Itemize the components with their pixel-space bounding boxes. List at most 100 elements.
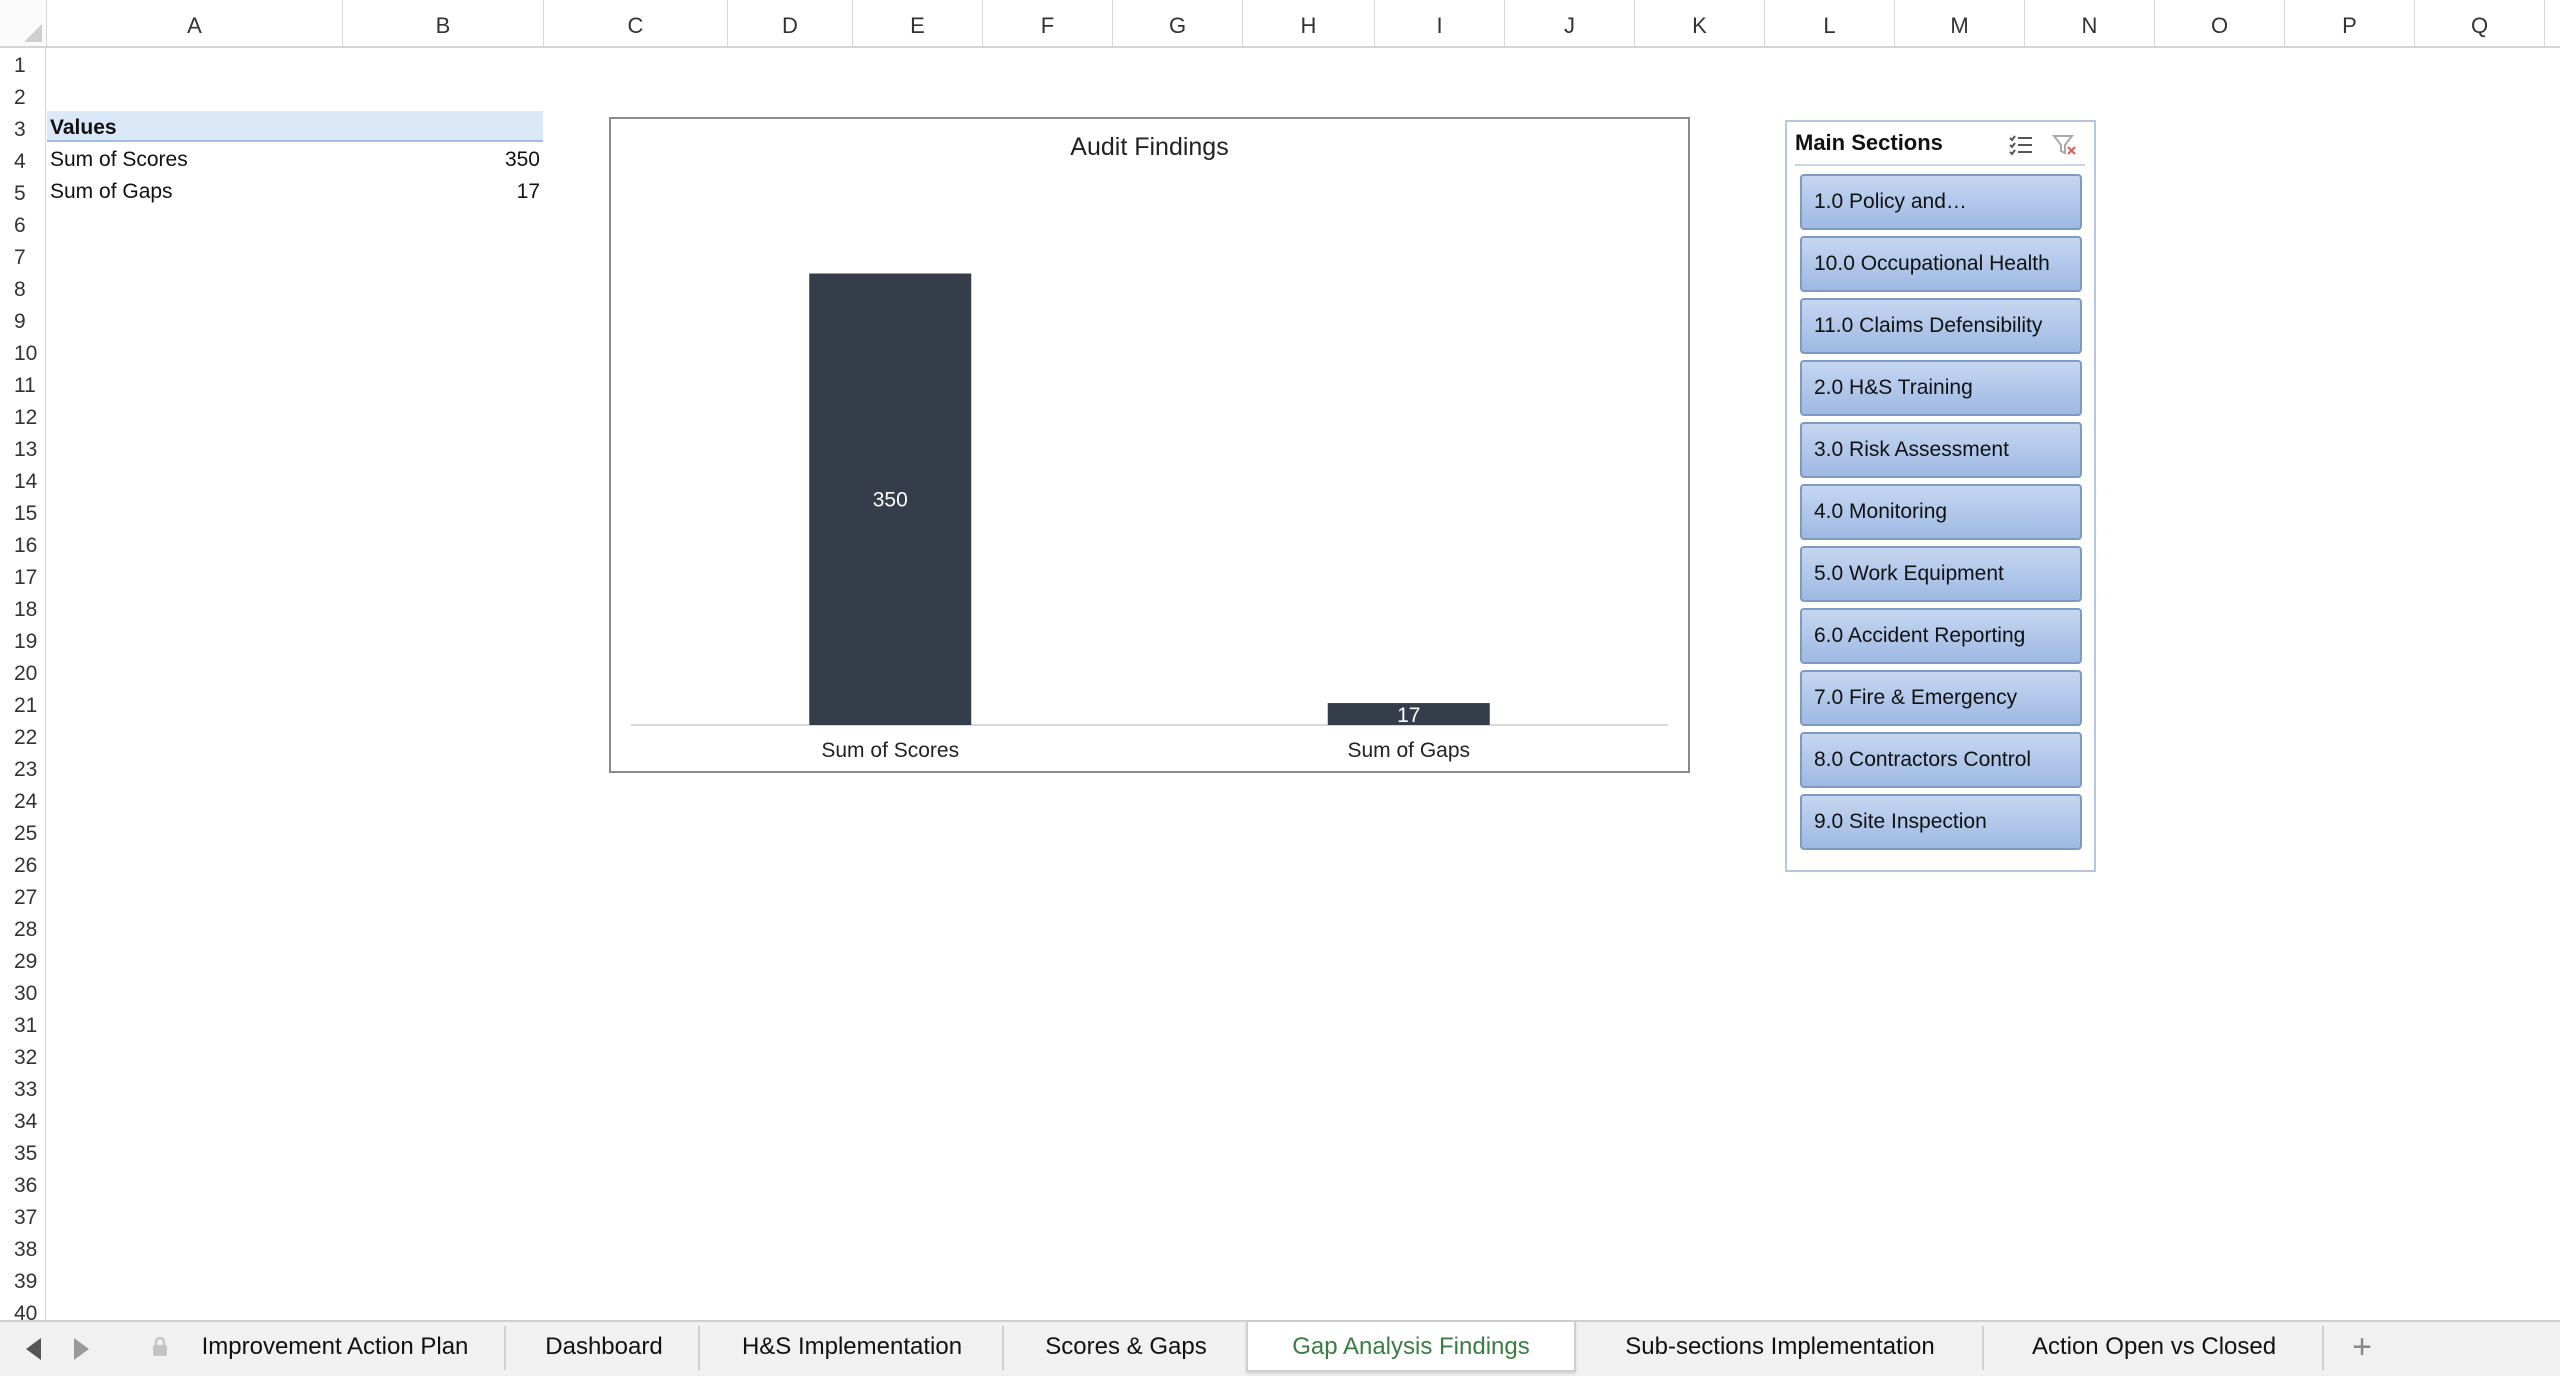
- pivot-row-value-scores[interactable]: 350: [440, 144, 540, 174]
- row-header-25[interactable]: 25: [0, 816, 45, 848]
- column-header-l[interactable]: L: [1765, 0, 1895, 46]
- column-header-j[interactable]: J: [1505, 0, 1635, 46]
- column-header-i[interactable]: I: [1375, 0, 1505, 46]
- chart-data-label: 350: [873, 488, 908, 511]
- row-header-17[interactable]: 17: [0, 560, 45, 592]
- row-header-5[interactable]: 5: [0, 176, 45, 208]
- next-sheet-icon[interactable]: [74, 1338, 89, 1360]
- column-header-a[interactable]: A: [47, 0, 343, 46]
- row-header-14[interactable]: 14: [0, 464, 45, 496]
- pivot-row-value-gaps[interactable]: 17: [440, 176, 540, 206]
- row-header-16[interactable]: 16: [0, 528, 45, 560]
- row-header-3[interactable]: 3: [0, 112, 45, 144]
- row-header-11[interactable]: 11: [0, 368, 45, 400]
- slicer-item[interactable]: 5.0 Work Equipment: [1800, 546, 2082, 602]
- row-header-9[interactable]: 9: [0, 304, 45, 336]
- row-header-8[interactable]: 8: [0, 272, 45, 304]
- chart-plot-area: 350 Sum of Scores 17 Sum of Gaps: [631, 273, 1668, 762]
- row-header-15[interactable]: 15: [0, 496, 45, 528]
- row-header-36[interactable]: 36: [0, 1168, 45, 1200]
- chart-category-label: Sum of Gaps: [1347, 739, 1470, 762]
- row-header-20[interactable]: 20: [0, 656, 45, 688]
- row-header-1[interactable]: 1: [0, 48, 45, 80]
- chart-category-label: Sum of Scores: [821, 739, 959, 762]
- previous-sheet-icon[interactable]: [26, 1338, 41, 1360]
- slicer-item[interactable]: 2.0 H&S Training: [1800, 360, 2082, 416]
- clear-filter-icon[interactable]: [2051, 132, 2079, 158]
- row-header-31[interactable]: 31: [0, 1008, 45, 1040]
- column-header-m[interactable]: M: [1895, 0, 2025, 46]
- column-header-b[interactable]: B: [343, 0, 544, 46]
- column-header-q[interactable]: Q: [2415, 0, 2545, 46]
- row-header-12[interactable]: 12: [0, 400, 45, 432]
- row-header-32[interactable]: 32: [0, 1040, 45, 1072]
- select-all-corner[interactable]: [0, 0, 47, 46]
- slicer-item-list: 1.0 Policy and… 10.0 Occupational Health 1…: [1800, 174, 2084, 856]
- row-header-38[interactable]: 38: [0, 1232, 45, 1264]
- row-header-33[interactable]: 33: [0, 1072, 45, 1104]
- row-header-34[interactable]: 34: [0, 1104, 45, 1136]
- sheet-tab-sub-sections-implementation[interactable]: Sub-sections Implementation: [1578, 1326, 1984, 1370]
- chart-data-label: 17: [1397, 704, 1420, 727]
- audit-findings-chart[interactable]: Audit Findings 350 Sum of Scores 17 Sum of …: [609, 117, 1690, 773]
- sheet-tab-improvement-action-plan[interactable]: Improvement Action Plan: [136, 1326, 506, 1370]
- row-header-28[interactable]: 28: [0, 912, 45, 944]
- sheet-tab-scores-gaps[interactable]: Scores & Gaps: [1006, 1326, 1248, 1370]
- slicer-item[interactable]: 11.0 Claims Defensibility: [1800, 298, 2082, 354]
- row-header-4[interactable]: 4: [0, 144, 45, 176]
- row-header-24[interactable]: 24: [0, 784, 45, 816]
- row-header-23[interactable]: 23: [0, 752, 45, 784]
- column-header-g[interactable]: G: [1113, 0, 1243, 46]
- slicer-item[interactable]: 10.0 Occupational Health: [1800, 236, 2082, 292]
- column-header-f[interactable]: F: [983, 0, 1113, 46]
- column-header-o[interactable]: O: [2155, 0, 2285, 46]
- sheet-tab-label: Gap Analysis Findings: [1292, 1333, 1530, 1360]
- slicer-item[interactable]: 9.0 Site Inspection: [1800, 794, 2082, 850]
- slicer-item[interactable]: 8.0 Contractors Control: [1800, 732, 2082, 788]
- sheet-tab-dashboard[interactable]: Dashboard: [510, 1326, 700, 1370]
- column-header-e[interactable]: E: [853, 0, 983, 46]
- row-header-26[interactable]: 26: [0, 848, 45, 880]
- slicer-item[interactable]: 6.0 Accident Reporting: [1800, 608, 2082, 664]
- main-sections-slicer[interactable]: Main Sections 1.0 Policy and… 10.0 Occupa…: [1785, 120, 2096, 872]
- sheet-tab-label: Improvement Action Plan: [201, 1333, 469, 1360]
- row-header-39[interactable]: 39: [0, 1264, 45, 1296]
- row-header-35[interactable]: 35: [0, 1136, 45, 1168]
- column-header-bar: ABCDEFGHIJKLMNOPQ: [0, 0, 2560, 48]
- sheet-tab-gap-analysis-findings[interactable]: Gap Analysis Findings: [1246, 1322, 1576, 1372]
- slicer-item[interactable]: 1.0 Policy and…: [1800, 174, 2082, 230]
- row-header-27[interactable]: 27: [0, 880, 45, 912]
- row-header-22[interactable]: 22: [0, 720, 45, 752]
- row-header-37[interactable]: 37: [0, 1200, 45, 1232]
- row-header-29[interactable]: 29: [0, 944, 45, 976]
- row-header-19[interactable]: 19: [0, 624, 45, 656]
- pivot-row-label-gaps[interactable]: Sum of Gaps: [50, 176, 173, 206]
- slicer-item[interactable]: 3.0 Risk Assessment: [1800, 422, 2082, 478]
- row-header-13[interactable]: 13: [0, 432, 45, 464]
- row-header-bar: 1 2 3 4 5 6 7 8 9 10 11 12 13 14 15 16 17 18 19 20 21 22 23 24 2…: [0, 48, 46, 1325]
- row-header-10[interactable]: 10: [0, 336, 45, 368]
- slicer-item[interactable]: 7.0 Fire & Emergency: [1800, 670, 2082, 726]
- sheet-tab-action-open-vs-closed[interactable]: Action Open vs Closed: [1986, 1326, 2324, 1370]
- column-header-p[interactable]: P: [2285, 0, 2415, 46]
- pivot-header-row[interactable]: [47, 111, 543, 142]
- pivot-header-label[interactable]: Values: [50, 112, 117, 142]
- slicer-title: Main Sections: [1795, 130, 1943, 155]
- slicer-item[interactable]: 4.0 Monitoring: [1800, 484, 2082, 540]
- sheet-tab-h-s-implementation[interactable]: H&S Implementation: [702, 1326, 1004, 1370]
- column-header-c[interactable]: C: [544, 0, 728, 46]
- column-header-n[interactable]: N: [2025, 0, 2155, 46]
- pivot-row-label-scores[interactable]: Sum of Scores: [50, 144, 188, 174]
- row-header-6[interactable]: 6: [0, 208, 45, 240]
- add-sheet-button[interactable]: +: [2340, 1330, 2384, 1366]
- row-header-21[interactable]: 21: [0, 688, 45, 720]
- column-header-d[interactable]: D: [728, 0, 853, 46]
- multi-select-icon[interactable]: [2007, 132, 2035, 158]
- row-header-2[interactable]: 2: [0, 80, 45, 112]
- sheet-tab-label: H&S Implementation: [741, 1333, 963, 1360]
- column-header-h[interactable]: H: [1243, 0, 1375, 46]
- row-header-7[interactable]: 7: [0, 240, 45, 272]
- row-header-30[interactable]: 30: [0, 976, 45, 1008]
- row-header-18[interactable]: 18: [0, 592, 45, 624]
- column-header-k[interactable]: K: [1635, 0, 1765, 46]
